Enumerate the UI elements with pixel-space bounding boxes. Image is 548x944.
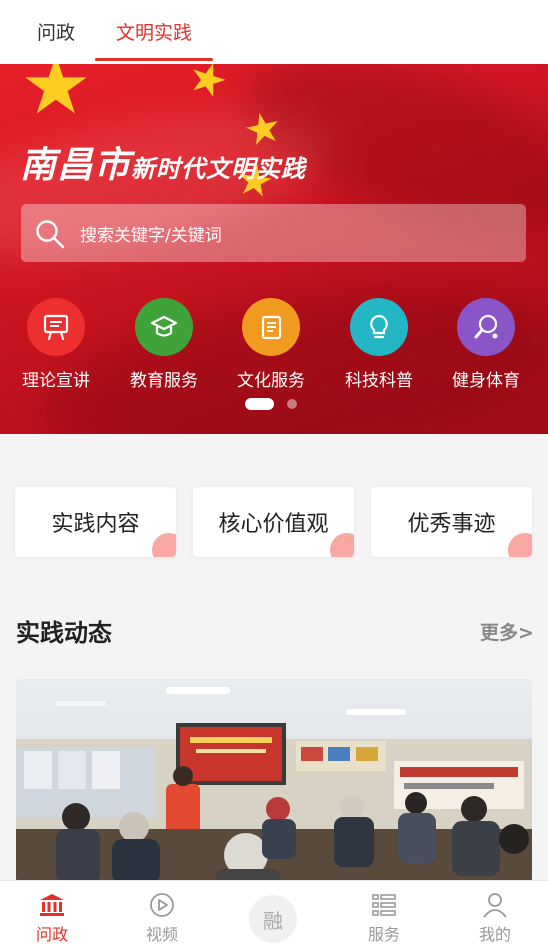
nav-label: 服务 — [367, 925, 400, 944]
flag-star-icon: ★ — [20, 64, 92, 132]
nav-wenzheng[interactable]: 问政 — [12, 881, 92, 944]
ping-pong-icon — [457, 298, 515, 356]
carousel-dot-active[interactable] — [245, 398, 274, 410]
category-label: 理论宣讲 — [22, 371, 90, 391]
book-icon — [242, 298, 300, 356]
category-lilun-xuanjiang[interactable]: 理论宣讲 — [16, 298, 96, 391]
category-label: 文化服务 — [237, 371, 305, 391]
card-label: 优秀事迹 — [407, 512, 496, 537]
nav-label: 问政 — [35, 925, 68, 944]
graduation-cap-icon — [135, 298, 193, 356]
section-title: 实践动态 — [16, 619, 112, 647]
top-tab-bar: 问政 文明实践 — [0, 0, 548, 64]
category-keji-kepu[interactable]: 科技科普 — [339, 298, 419, 391]
active-tab-indicator — [95, 58, 213, 61]
card-hexin-jiazhiguan[interactable]: 核心价值观 — [193, 487, 354, 557]
category-wenhua-fuwu[interactable]: 文化服务 — [231, 298, 311, 391]
category-jiaoyu-fuwu[interactable]: 教育服务 — [124, 298, 204, 391]
nav-wode[interactable]: 我的 — [455, 881, 535, 944]
tab-wenming-shijian[interactable]: 文明实践 — [116, 18, 192, 45]
category-label: 科技科普 — [345, 371, 413, 391]
center-rong-button[interactable]: 融 — [249, 895, 297, 943]
tab-wenzheng[interactable]: 问政 — [37, 18, 75, 45]
nav-label: 我的 — [478, 925, 511, 944]
lightbulb-icon — [350, 298, 408, 356]
category-label: 教育服务 — [130, 371, 198, 391]
bank-icon — [40, 894, 64, 916]
category-jianshen-tiyu[interactable]: 健身体育 — [446, 298, 526, 391]
search-icon — [36, 220, 65, 249]
more-link[interactable]: 更多> — [480, 618, 534, 645]
bottom-nav: 问政 视频 融 服务 我的 — [0, 880, 548, 944]
search-placeholder: 搜索关键字/关键词 — [80, 226, 222, 246]
carousel-dot[interactable] — [287, 399, 297, 409]
card-label: 核心价值观 — [218, 512, 329, 537]
classroom-photo — [16, 679, 532, 884]
banner-title-subtitle: 新时代文明实践 — [131, 155, 307, 183]
flag-star-icon: ★ — [181, 64, 235, 110]
hero-banner: ★ ★ ★ ★ 南昌市新时代文明实践 搜索关键字/关键词 理论宣讲 教育服务 文… — [0, 64, 548, 434]
search-bar[interactable]: 搜索关键字/关键词 — [21, 204, 526, 262]
banner-title: 南昌市新时代文明实践 — [20, 136, 306, 188]
card-youxiu-shiji[interactable]: 优秀事迹 — [371, 487, 532, 557]
nav-fuwu[interactable]: 服务 — [344, 881, 424, 944]
nav-shipin[interactable]: 视频 — [122, 881, 202, 944]
category-label: 健身体育 — [452, 371, 520, 391]
lecture-icon — [27, 298, 85, 356]
banner-title-city: 南昌市 — [20, 145, 132, 186]
list-icon — [372, 894, 396, 916]
play-icon — [150, 893, 174, 917]
news-image[interactable] — [16, 679, 532, 884]
user-icon — [483, 893, 507, 918]
nav-label: 视频 — [145, 925, 178, 944]
card-shijian-neirong[interactable]: 实践内容 — [15, 487, 176, 557]
card-label: 实践内容 — [51, 512, 140, 537]
